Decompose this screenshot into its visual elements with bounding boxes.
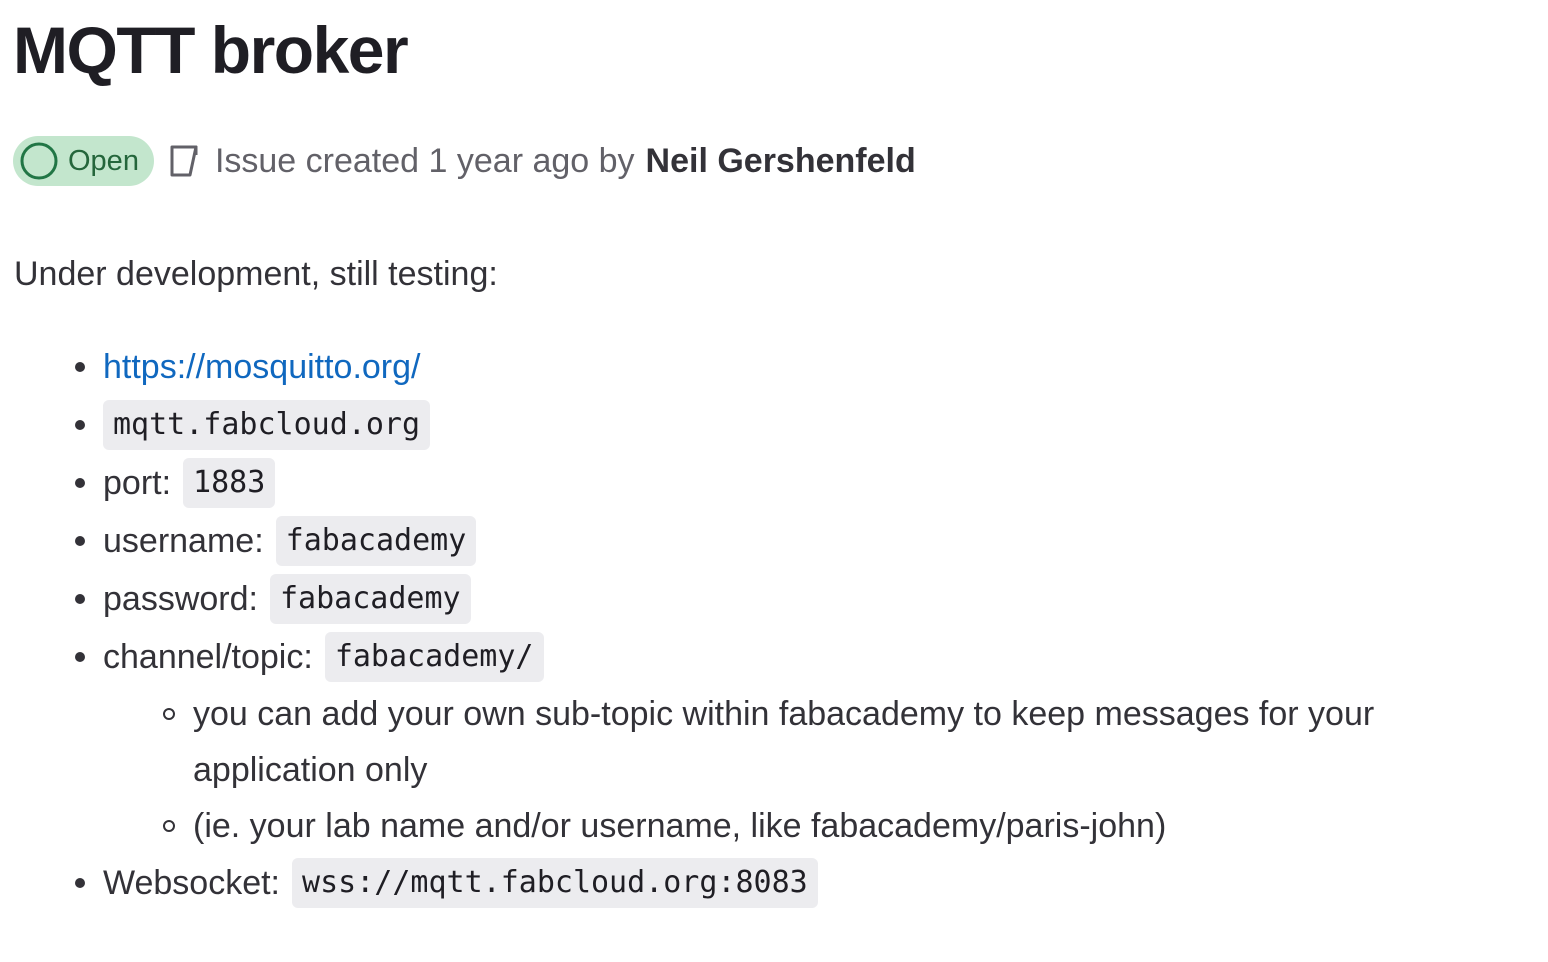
topic-label: channel/topic:: [103, 638, 313, 676]
status-label: Open: [68, 144, 139, 177]
circle-bullet-icon: [163, 708, 175, 720]
bullet-icon: [75, 878, 85, 888]
password-label: password:: [103, 580, 258, 618]
websocket-code: wss://mqtt.fabcloud.org:8083: [292, 858, 818, 908]
sub-list-item: you can add your own sub-topic within fa…: [0, 686, 1548, 798]
issue-type-icon: [166, 143, 202, 179]
topic-code: fabacademy/: [324, 632, 544, 682]
bullet-icon: [75, 536, 85, 546]
list-item: port: 1883: [0, 454, 1548, 512]
port-label: port:: [103, 464, 172, 502]
description-intro: Under development, still testing:: [14, 255, 498, 293]
issue-open-icon: [19, 141, 59, 181]
bullet-icon: [75, 478, 85, 488]
issue-meta: Open Issue created 1 year ago by Neil Ge…: [13, 136, 916, 186]
list-item: password: fabacademy: [0, 570, 1548, 628]
circle-bullet-icon: [163, 820, 175, 832]
bullet-icon: [75, 594, 85, 604]
subtopic-note: you can add your own sub-topic within fa…: [193, 695, 1375, 789]
username-code: fabacademy: [275, 516, 477, 566]
status-badge: Open: [13, 136, 154, 186]
subtopic-example: (ie. your lab name and/or username, like…: [193, 807, 1167, 845]
port-code: 1883: [183, 458, 276, 508]
host-code: mqtt.fabcloud.org: [103, 400, 431, 450]
bullet-icon: [75, 652, 85, 662]
websocket-label: Websocket:: [103, 864, 281, 902]
list-item: username: fabacademy: [0, 512, 1548, 570]
password-code: fabacademy: [269, 574, 471, 624]
list-item: mqtt.fabcloud.org: [0, 396, 1548, 454]
list-item: channel/topic: fabacademy/: [0, 628, 1548, 686]
mosquitto-link[interactable]: https://mosquitto.org/: [103, 338, 421, 396]
bullet-icon: [75, 420, 85, 430]
issue-created-text: Issue created 1 year ago by: [214, 141, 635, 180]
list-item: Websocket: wss://mqtt.fabcloud.org:8083: [0, 854, 1548, 912]
sub-list-item: (ie. your lab name and/or username, like…: [0, 798, 1548, 854]
list-item: https://mosquitto.org/: [0, 338, 1548, 396]
bullet-icon: [75, 362, 85, 372]
username-label: username:: [103, 522, 264, 560]
issue-author-link[interactable]: Neil Gershenfeld: [646, 142, 916, 181]
page-title: MQTT broker: [13, 13, 409, 87]
